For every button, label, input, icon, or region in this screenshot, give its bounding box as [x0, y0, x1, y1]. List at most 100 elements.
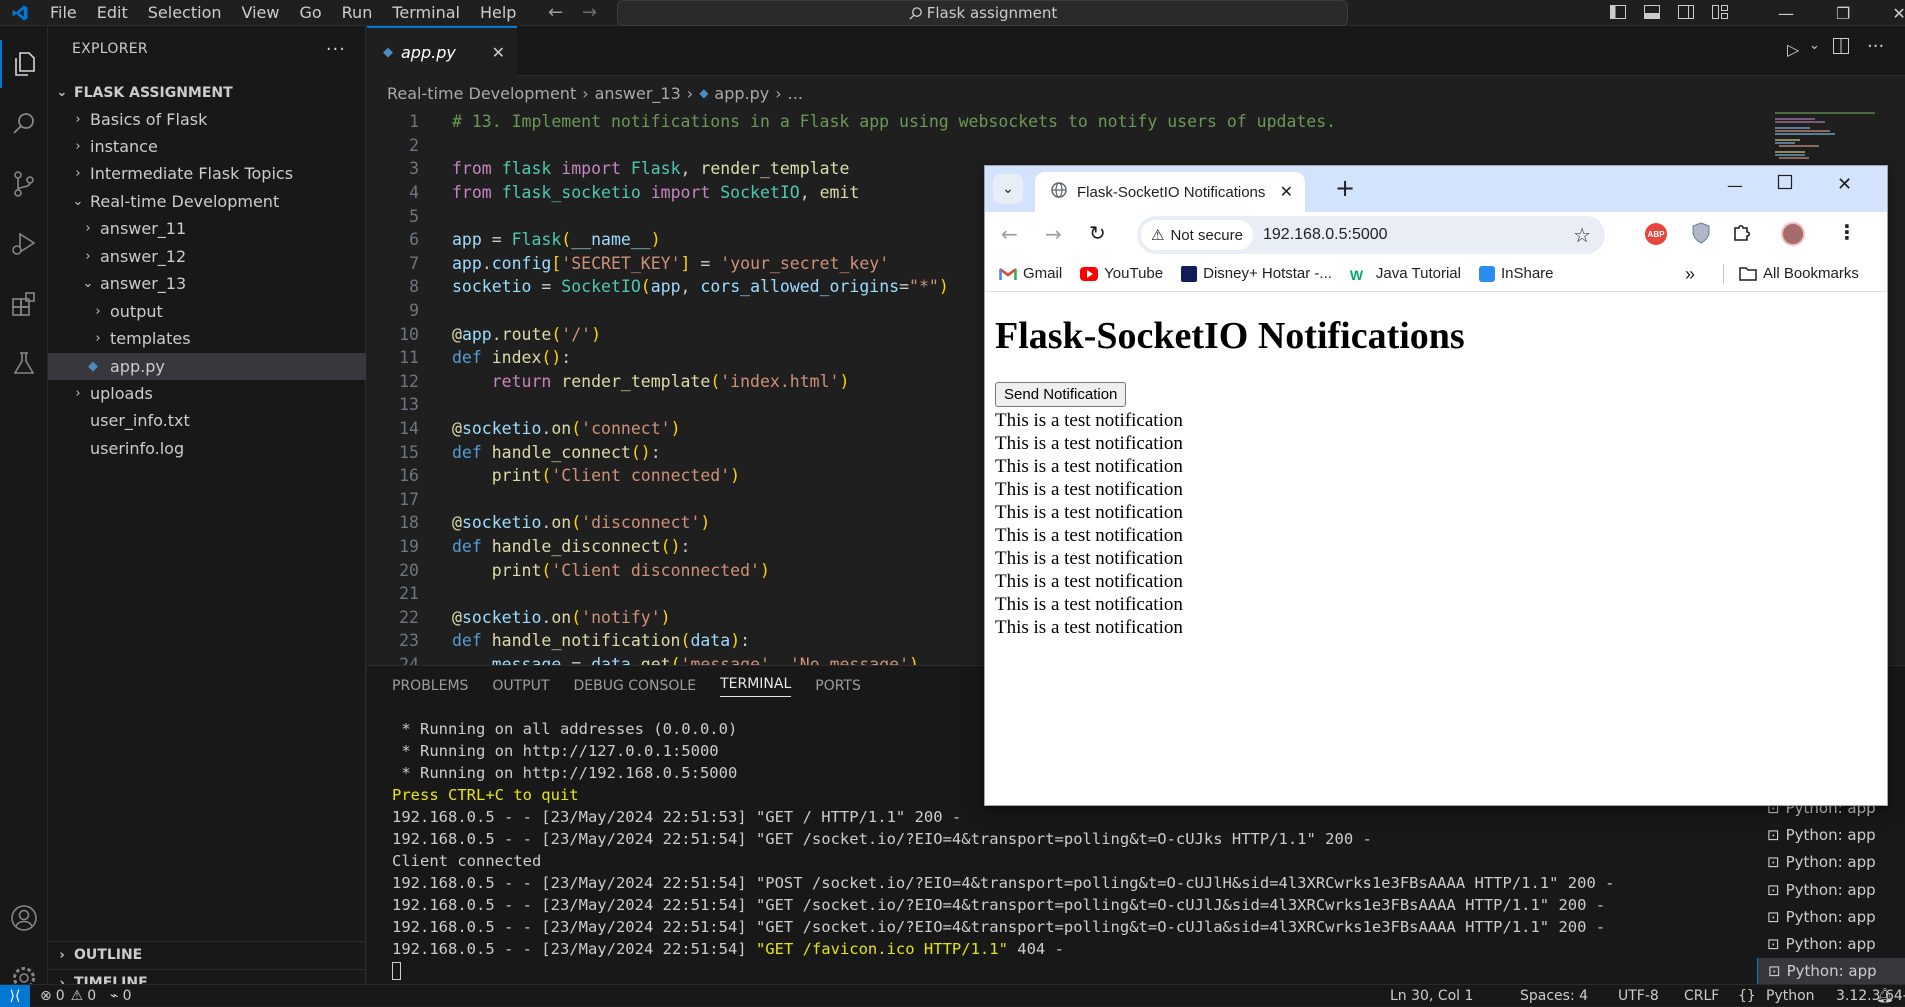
bookmark-gmail[interactable]: Gmail [999, 265, 1062, 282]
terminal-instance-active[interactable]: ⊡ Python: app [1757, 957, 1905, 986]
minimize-icon[interactable]: — [1727, 176, 1743, 195]
breadcrumb-item[interactable]: answer_13 [595, 84, 681, 103]
language-mode[interactable]: Python [1766, 988, 1815, 1004]
tree-item-userinfo-log[interactable]: userinfo.log [48, 435, 366, 462]
testing-flask-icon[interactable] [0, 340, 48, 388]
ports-icon[interactable]: ⌁ [110, 988, 118, 1004]
toggle-secondary-sidebar-icon[interactable] [1678, 4, 1706, 23]
profile-avatar[interactable] [1781, 222, 1805, 246]
bookmark-java-tutorial[interactable]: W Java Tutorial [1350, 265, 1461, 283]
tree-item-app-py[interactable]: ◆ app.py [48, 353, 366, 380]
breadcrumb-item[interactable]: Real-time Development [387, 84, 576, 103]
workspace-root[interactable]: ⌄ FLASK ASSIGNMENT [48, 79, 366, 106]
notifications-bell-icon[interactable]: 🔔︎ [1876, 988, 1894, 1004]
bookmark-inshare[interactable]: InShare [1478, 265, 1554, 282]
run-dropdown-chevron-icon[interactable]: ⌄ [1809, 38, 1820, 53]
tree-item-output[interactable]: › output [48, 298, 366, 325]
new-tab-icon[interactable]: + [1335, 174, 1355, 202]
tab-debug-console[interactable]: DEBUG CONSOLE [573, 678, 696, 694]
warning-icon[interactable]: ⚠ [71, 988, 84, 1004]
accounts-icon[interactable] [0, 894, 48, 942]
run-debug-icon[interactable] [0, 220, 48, 268]
more-actions-icon[interactable]: ··· [1867, 36, 1884, 57]
maximize-icon[interactable] [1777, 174, 1793, 194]
close-tab-icon[interactable]: ✕ [1280, 182, 1293, 202]
line-ending[interactable]: CRLF [1684, 988, 1719, 1004]
tab-terminal[interactable]: TERMINAL [720, 676, 792, 697]
tree-item-instance[interactable]: › instance [48, 133, 366, 160]
remote-indicator-icon[interactable]: ⟩⟨ [0, 984, 30, 1007]
encoding[interactable]: UTF-8 [1618, 988, 1659, 1004]
explorer-icon[interactable] [0, 40, 48, 88]
reload-icon[interactable]: ↻ [1089, 221, 1106, 245]
tab-problems[interactable]: PROBLEMS [392, 678, 468, 694]
tree-item-real-time-development[interactable]: ⌄ Real-time Development [48, 188, 366, 215]
tree-item-uploads[interactable]: › uploads [48, 380, 366, 407]
search-icon[interactable] [0, 100, 48, 148]
terminal-instance[interactable]: ⊡ Python: app [1757, 821, 1905, 848]
all-bookmarks[interactable]: All Bookmarks [1739, 265, 1859, 282]
adblock-extension-icon[interactable]: ABP [1645, 223, 1667, 245]
run-python-file-icon[interactable]: ▷ [1787, 40, 1799, 59]
terminal-instance[interactable]: ⊡ Python: app [1757, 876, 1905, 903]
split-editor-icon[interactable] [1833, 38, 1849, 58]
back-arrow-icon[interactable]: ← [548, 2, 563, 23]
notification-list: This is a test notification This is a te… [995, 409, 1183, 639]
tree-item-user-info-txt[interactable]: user_info.txt [48, 407, 366, 434]
shield-extension-icon[interactable] [1691, 222, 1711, 248]
tab-search-chevron-icon[interactable]: ⌄ [993, 174, 1023, 204]
tree-item-templates[interactable]: › templates [48, 325, 366, 352]
more-actions-icon[interactable]: ··· [326, 39, 346, 60]
more-menu-icon[interactable]: ⋮ [1837, 220, 1857, 244]
bookmark-disney-hotstar[interactable]: Disney+ Hotstar -... [1181, 265, 1332, 282]
back-arrow-icon[interactable]: ← [1001, 222, 1018, 246]
tab-ports[interactable]: PORTS [815, 678, 861, 694]
close-window-icon[interactable]: ✕ [1837, 174, 1852, 195]
command-center-search[interactable]: Flask assignment [617, 0, 1348, 26]
address-bar[interactable]: ⚠ Not secure 192.168.0.5:5000 ☆ [1137, 216, 1605, 254]
tree-item-basics-of-flask[interactable]: › Basics of Flask [48, 106, 366, 133]
terminal-instance[interactable]: ⊡ Python: app [1757, 903, 1905, 930]
forward-arrow-icon[interactable]: → [1045, 222, 1062, 246]
bookmark-youtube[interactable]: YouTube [1080, 265, 1163, 282]
breadcrumb-item[interactable]: ... [788, 84, 803, 103]
menu-view[interactable]: View [232, 3, 290, 22]
terminal-instance[interactable]: ⊡ Python: app [1757, 930, 1905, 957]
security-chip[interactable]: ⚠ Not secure [1141, 220, 1253, 250]
bookmark-star-icon[interactable]: ☆ [1573, 223, 1591, 248]
extensions-icon[interactable] [0, 280, 48, 328]
tab-app-py[interactable]: ◆ app.py ✕ [367, 26, 517, 76]
menu-terminal[interactable]: Terminal [382, 3, 470, 22]
extensions-puzzle-icon[interactable] [1731, 222, 1753, 248]
outline-section[interactable]: › OUTLINE [48, 941, 366, 968]
tree-item-intermediate-flask-topics[interactable]: › Intermediate Flask Topics [48, 160, 366, 187]
send-notification-button[interactable]: Send Notification [995, 382, 1127, 407]
toggle-sidebar-icon[interactable] [1610, 4, 1638, 23]
toggle-panel-icon[interactable] [1644, 4, 1672, 23]
restore-icon[interactable]: ❐ [1836, 4, 1850, 23]
cursor-position[interactable]: Ln 30, Col 1 [1390, 988, 1473, 1004]
indentation[interactable]: Spaces: 4 [1520, 988, 1588, 1004]
python-interpreter[interactable]: 3.12.3 64-bit [1836, 988, 1905, 1004]
customize-layout-icon[interactable] [1712, 4, 1740, 23]
close-window-icon[interactable]: ✕ [1892, 4, 1905, 23]
menu-edit[interactable]: Edit [87, 3, 138, 22]
tab-output[interactable]: OUTPUT [492, 678, 549, 694]
breadcrumb-item[interactable]: app.py [714, 84, 769, 103]
menu-run[interactable]: Run [332, 3, 383, 22]
terminal-instance[interactable]: ⊡ Python: app [1757, 849, 1905, 876]
bookmarks-overflow-icon[interactable]: » [1685, 264, 1695, 285]
errors-icon[interactable]: ⊗ [40, 988, 52, 1004]
menu-file[interactable]: File [40, 3, 87, 22]
menu-help[interactable]: Help [470, 3, 526, 22]
tree-item-answer-13[interactable]: ⌄ answer_13 [48, 270, 366, 297]
menu-go[interactable]: Go [289, 3, 331, 22]
source-control-icon[interactable] [0, 160, 48, 208]
tree-item-answer-12[interactable]: › answer_12 [48, 243, 366, 270]
browser-tab[interactable]: Flask-SocketIO Notifications ✕ [1035, 172, 1305, 212]
minimize-icon[interactable]: — [1778, 4, 1794, 23]
close-tab-icon[interactable]: ✕ [492, 43, 505, 62]
menu-selection[interactable]: Selection [138, 3, 232, 22]
forward-arrow-icon[interactable]: → [582, 2, 597, 23]
tree-item-answer-11[interactable]: › answer_11 [48, 215, 366, 242]
